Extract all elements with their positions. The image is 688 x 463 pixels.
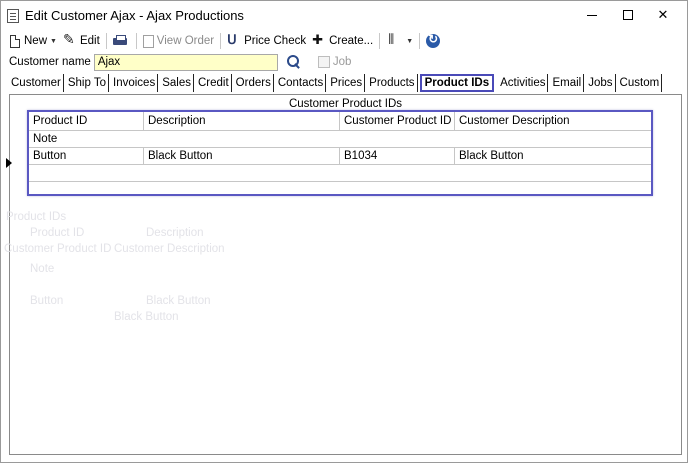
- customer-product-ids-panel: Customer Product IDs Product ID Descript…: [4, 94, 682, 455]
- tab-product-ids[interactable]: Product IDs: [419, 74, 495, 92]
- tab-prices[interactable]: Prices: [328, 74, 366, 92]
- maximize-icon: [623, 9, 633, 20]
- product-ids-grid: Product ID Description Customer Product …: [27, 110, 653, 196]
- note-header: Note: [33, 133, 58, 145]
- job-label: Job: [332, 56, 352, 68]
- chevron-down-icon[interactable]: ▼: [406, 38, 413, 45]
- tab-email[interactable]: Email: [550, 74, 585, 92]
- customer-name-label: Customer name: [9, 56, 91, 68]
- window-title: Edit Customer Ajax - Ajax Productions: [25, 8, 244, 23]
- customer-name-row: Customer name Job: [9, 53, 351, 71]
- table-row[interactable]: Button Black Button B1034 Black Button: [29, 148, 651, 165]
- price-check-label: Price Check: [244, 35, 307, 47]
- toolbar-separator: [419, 33, 421, 49]
- current-row-pointer-icon: [6, 158, 12, 168]
- cell-note[interactable]: [29, 165, 651, 181]
- ghost-text: Product IDs: [6, 211, 67, 223]
- tab-ship-to[interactable]: Ship To: [66, 74, 110, 92]
- ghost-text: Description: [146, 227, 204, 239]
- price-check-button[interactable]: Price Check: [224, 32, 309, 50]
- ghost-text: Note: [30, 263, 55, 275]
- tab-customer[interactable]: Customer: [9, 74, 64, 92]
- printer-icon: [112, 35, 127, 47]
- plus-icon: [312, 32, 326, 48]
- search-icon[interactable]: [286, 54, 302, 70]
- panel-title: Customer Product IDs: [288, 98, 403, 110]
- cell-customer-product-id[interactable]: B1034: [340, 148, 455, 164]
- minimize-icon: [587, 15, 597, 17]
- ghost-text: Customer Product ID: [4, 243, 112, 255]
- grid-header-row: Product ID Description Customer Product …: [29, 112, 651, 131]
- column-header-customer-description[interactable]: Customer Description: [455, 112, 651, 130]
- toolbar-separator: [135, 33, 137, 49]
- column-header-description[interactable]: Description: [144, 112, 340, 130]
- create-label: Create...: [329, 35, 374, 47]
- stethoscope-icon: [227, 32, 241, 48]
- cell-product-id[interactable]: Button: [29, 148, 144, 164]
- tab-contacts[interactable]: Contacts: [276, 74, 327, 92]
- maximize-button[interactable]: [611, 1, 645, 31]
- paperclip-icon: [386, 31, 400, 48]
- column-header-customer-product-id[interactable]: Customer Product ID: [340, 112, 455, 130]
- title-bar: Edit Customer Ajax - Ajax Productions ✕: [1, 1, 687, 31]
- tab-credit[interactable]: Credit: [196, 74, 232, 92]
- ghost-text: Customer Description: [114, 243, 225, 255]
- customer-tabs: Customer Ship To Invoices Sales Credit O…: [9, 74, 664, 92]
- pencil-icon: [63, 31, 77, 48]
- tab-custom[interactable]: Custom: [618, 74, 663, 92]
- tab-sales[interactable]: Sales: [160, 74, 194, 92]
- new-document-icon: [10, 34, 20, 48]
- tab-activities[interactable]: Activities: [498, 74, 549, 92]
- view-order-icon: [142, 34, 154, 48]
- table-row-note[interactable]: [29, 165, 651, 182]
- tab-invoices[interactable]: Invoices: [111, 74, 159, 92]
- ghost-text: Button: [30, 295, 64, 307]
- ghost-text: Black Button: [114, 311, 179, 323]
- minimize-button[interactable]: [575, 1, 609, 31]
- tab-orders[interactable]: Orders: [234, 74, 274, 92]
- close-button[interactable]: ✕: [646, 1, 680, 31]
- toolbar-separator: [105, 33, 107, 49]
- ghost-text: Black Button: [146, 295, 211, 307]
- edit-customer-window: Edit Customer Ajax - Ajax Productions ✕ …: [0, 0, 688, 463]
- new-label: New: [24, 35, 48, 47]
- cell-customer-description[interactable]: Black Button: [455, 148, 651, 164]
- customer-name-input[interactable]: [93, 53, 278, 71]
- tab-products[interactable]: Products: [367, 74, 418, 92]
- create-button[interactable]: Create...: [309, 32, 376, 50]
- toolbar-separator: [379, 33, 381, 49]
- chevron-down-icon[interactable]: ▼: [50, 38, 57, 45]
- print-button[interactable]: [110, 32, 133, 50]
- view-order-button[interactable]: View Order: [140, 32, 217, 50]
- column-header-product-id[interactable]: Product ID: [29, 112, 144, 130]
- app-icon: [7, 9, 19, 23]
- attachment-button[interactable]: ▼: [383, 31, 416, 50]
- grid-note-header-row: Note: [29, 131, 651, 148]
- edit-button[interactable]: Edit: [60, 31, 103, 50]
- toolbar: New ▼ Edit View Order Price Check Create…: [7, 31, 677, 51]
- toolbar-separator: [220, 33, 222, 49]
- ghost-text: Product ID: [30, 227, 85, 239]
- refresh-button[interactable]: [423, 32, 446, 50]
- refresh-icon: [426, 32, 441, 48]
- new-button[interactable]: New ▼: [7, 32, 60, 50]
- edit-label: Edit: [79, 35, 100, 47]
- job-checkbox[interactable]: [317, 56, 330, 68]
- close-icon: ✕: [657, 7, 669, 22]
- cell-description[interactable]: Black Button: [144, 148, 340, 164]
- tab-jobs[interactable]: Jobs: [586, 74, 616, 92]
- view-order-label: View Order: [156, 35, 215, 47]
